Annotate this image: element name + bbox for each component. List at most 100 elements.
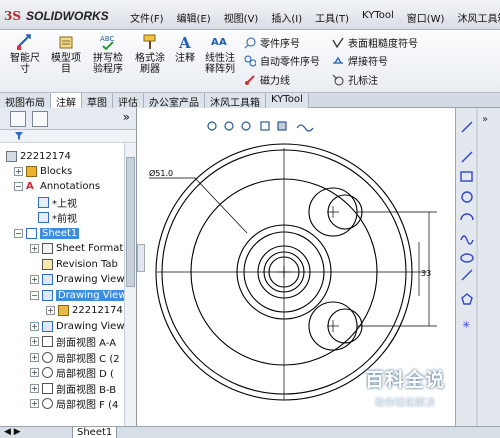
menu-view[interactable]: 视图(V) [224, 10, 259, 26]
format-painter-button[interactable]: 格式涂 刷器 [131, 33, 169, 75]
tree-item-drawing-view-1[interactable]: + Drawing View [30, 272, 125, 286]
section-view-tool-icon[interactable] [260, 121, 270, 131]
note-icon: A [178, 34, 191, 51]
linear-note-pattern-button[interactable]: AA 线性注 释阵列 [202, 33, 238, 75]
tree-item-drawing-view-3[interactable]: + Drawing View [30, 319, 125, 333]
previous-view-icon[interactable] [241, 121, 251, 131]
line-tool-icon[interactable] [461, 151, 473, 163]
tree-item-front-view[interactable]: *前视 [38, 210, 77, 225]
sheet-tab[interactable]: Sheet1 [72, 427, 118, 438]
zoom-to-fit-icon[interactable] [207, 121, 217, 131]
status-bar: ◀ ▶ Sheet1 [0, 426, 500, 438]
menu-insert[interactable]: 插入(I) [271, 10, 302, 26]
more-tools-icon[interactable]: » [482, 114, 488, 125]
expand-icon[interactable]: + [30, 274, 39, 284]
heads-up-toolbar[interactable] [207, 121, 314, 132]
weld-symbol-button[interactable]: 焊接符号 [332, 53, 388, 68]
polygon-tool-icon[interactable] [461, 293, 473, 305]
menu-window[interactable]: 窗口(W) [407, 10, 445, 26]
collapse-icon[interactable]: − [30, 290, 39, 300]
tree-item-drawing-view-2[interactable]: − Drawing View [30, 288, 129, 302]
menu-tools[interactable]: 工具(T) [315, 10, 349, 26]
command-manager: 智能尺寸 模型项目 ABC 拼写检 验程序 格式涂 刷器 A 注释 AA 线性注 释阵… [0, 30, 500, 93]
tree-item-detail-d[interactable]: + 局部视图 D ( [30, 365, 114, 380]
menu-file[interactable]: 文件(F) [130, 10, 164, 26]
auto-balloon-button[interactable]: 自动零件序号 [244, 53, 320, 68]
plane-icon [38, 196, 49, 208]
spline-tool-icon[interactable] [460, 235, 474, 245]
property-manager-tab-icon[interactable] [32, 111, 48, 127]
zoom-area-icon[interactable] [224, 121, 234, 131]
expand-icon[interactable]: + [30, 321, 39, 331]
expand-pane-icon[interactable]: » [123, 110, 130, 124]
display-style-icon[interactable] [277, 121, 287, 131]
magnetic-line-button[interactable]: 磁力线 [244, 72, 290, 87]
arc-tool-icon[interactable] [460, 213, 474, 221]
expand-icon[interactable]: + [30, 398, 39, 408]
surface-finish-button[interactable]: 表面粗糙度符号 [332, 35, 418, 50]
title-bar: 3S SOLIDWORKS 文件(F) 编辑(E) 视图(V) 插入(I) 工具… [0, 0, 500, 30]
model-items-icon [59, 36, 73, 49]
centerline-tool-icon[interactable] [461, 269, 473, 281]
diameter-dimension-label[interactable]: Ø51.0 [149, 168, 173, 178]
collapse-icon[interactable]: − [14, 181, 23, 191]
tree-item-sheet-format[interactable]: + Sheet Format [30, 241, 123, 255]
expand-icon[interactable]: + [14, 166, 23, 176]
surface-finish-icon [332, 37, 344, 48]
tree-item-section-aa[interactable]: + 剖面视图 A-A [30, 334, 116, 349]
weld-symbol-icon [333, 56, 343, 64]
scrollbar-thumb[interactable] [126, 157, 135, 287]
detail-view-icon [42, 366, 53, 378]
tab-view-layout[interactable]: 视图布局 [0, 93, 51, 109]
sheet-nav-arrows-icon[interactable]: ◀ ▶ [4, 427, 21, 437]
balloon-button[interactable]: 零件序号 [244, 35, 300, 50]
feature-tree-tab-icon[interactable] [10, 111, 26, 127]
view-settings-icon[interactable] [296, 124, 314, 132]
menu-kytool[interactable]: KYTool [362, 10, 394, 26]
drawing-view-icon [42, 320, 53, 332]
tree-item-detail-f[interactable]: + 局部视图 F (4 [30, 396, 118, 411]
tab-kytool[interactable]: KYTool [266, 93, 309, 108]
tab-annotation[interactable]: 注解 [51, 93, 82, 109]
drawing-view-icon [42, 289, 53, 301]
expand-icon[interactable]: + [30, 367, 39, 377]
tree-item-revision-table[interactable]: Revision Tab [42, 257, 118, 271]
menu-edit[interactable]: 编辑(E) [177, 10, 211, 26]
model-items-button[interactable]: 模型项目 [48, 33, 84, 75]
hole-callout-button[interactable]: 孔标注 [332, 72, 378, 87]
tree-item-top-view[interactable]: *上视 [38, 195, 77, 210]
expand-icon[interactable]: + [46, 305, 55, 315]
drawing-view-icon [42, 273, 53, 285]
pane-splitter-handle[interactable] [137, 244, 145, 272]
tab-sketch[interactable]: 草图 [82, 93, 113, 109]
filter-bar[interactable] [0, 130, 136, 143]
menu-mufeng[interactable]: 沐风工具箱 [457, 10, 500, 26]
tab-office-products[interactable]: 办公室产品 [144, 93, 205, 109]
expand-icon[interactable]: + [30, 383, 39, 393]
balloon-icon [244, 37, 256, 48]
spell-check-button[interactable]: ABC 拼写检 验程序 [88, 33, 128, 75]
rectangle-tool-icon[interactable] [460, 171, 473, 182]
ellipse-tool-icon[interactable] [460, 253, 474, 263]
expand-icon[interactable]: + [30, 243, 39, 253]
smart-dimension-button[interactable]: 智能尺寸 [6, 33, 44, 75]
expand-icon[interactable]: + [30, 336, 39, 346]
tree-item-blocks[interactable]: + Blocks [14, 164, 72, 178]
pencil-icon[interactable] [461, 121, 473, 133]
expand-icon[interactable]: + [30, 352, 39, 362]
tree-item-part-ref[interactable]: + 22212174 [46, 303, 123, 317]
tree-scrollbar[interactable] [124, 143, 136, 426]
tree-item-annotations[interactable]: − A Annotations [14, 179, 100, 193]
tree-item-detail-c[interactable]: + 局部视图 C (2 [30, 350, 120, 365]
tree-item-sheet1[interactable]: − Sheet1 [14, 226, 80, 240]
dimension-33-label[interactable]: 33 [421, 269, 431, 278]
tree-root[interactable]: 22212174 [6, 149, 71, 163]
point-tool-icon[interactable]: ✳ [462, 320, 470, 331]
collapse-icon[interactable]: − [14, 228, 23, 238]
tab-mufeng-toolbox[interactable]: 沐风工具箱 [205, 93, 266, 109]
note-button[interactable]: A 注释 [173, 33, 197, 64]
filter-icon[interactable] [14, 131, 24, 141]
tree-item-section-bb[interactable]: + 剖面视图 B-B [30, 381, 116, 396]
tab-evaluate[interactable]: 评估 [113, 93, 144, 109]
circle-tool-icon[interactable] [461, 191, 473, 203]
